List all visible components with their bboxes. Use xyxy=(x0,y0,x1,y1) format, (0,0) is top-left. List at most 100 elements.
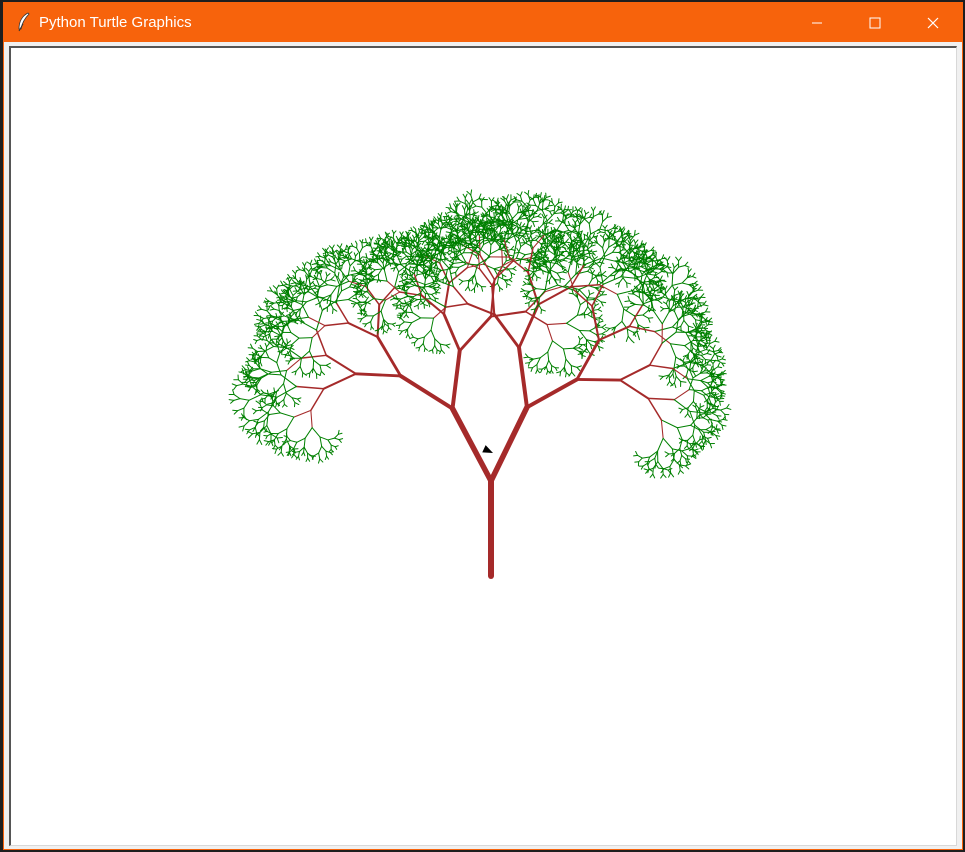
tree-branch xyxy=(392,232,395,239)
tree-branch xyxy=(623,308,635,317)
tree-branch xyxy=(434,345,438,351)
close-button[interactable] xyxy=(904,3,962,42)
tree-branch xyxy=(604,251,614,257)
tree-branch xyxy=(618,277,624,284)
tree-branch xyxy=(310,409,313,429)
tree-branch xyxy=(285,392,293,399)
tree-branch xyxy=(519,191,523,197)
tree-branch xyxy=(297,451,300,457)
tree-branch xyxy=(601,326,607,331)
tree-branch xyxy=(437,286,442,289)
tree-branch xyxy=(410,300,412,306)
tree-branch xyxy=(314,258,318,265)
tree-branch xyxy=(605,327,611,329)
tree-branch xyxy=(665,299,668,305)
tree-branch xyxy=(399,330,403,336)
minimize-button[interactable] xyxy=(788,3,846,42)
tree-branch xyxy=(717,358,723,362)
tree-branch xyxy=(458,315,493,353)
tree-branch xyxy=(306,261,311,265)
tree-branch xyxy=(400,276,404,281)
tree-branch xyxy=(647,397,663,421)
tree-branch xyxy=(665,453,670,458)
tree-branch xyxy=(696,357,699,364)
tree-branch xyxy=(283,399,285,405)
tree-branch xyxy=(633,454,638,457)
tree-branch xyxy=(679,455,683,462)
tree-branch xyxy=(412,260,415,264)
tree-branch xyxy=(398,263,407,265)
tree-branch xyxy=(570,365,578,368)
tree-branch xyxy=(720,407,728,411)
tree-branch xyxy=(722,418,728,421)
tree-branch xyxy=(392,240,396,246)
tree-branch xyxy=(448,207,452,213)
tree-branch xyxy=(672,285,676,291)
tree-branch xyxy=(548,222,554,225)
tree-branch xyxy=(368,276,371,282)
tree-branch xyxy=(472,202,477,207)
tree-branch xyxy=(387,253,392,257)
tree-branch xyxy=(310,284,316,288)
tree-branch xyxy=(704,336,709,339)
tree-branch xyxy=(392,303,398,306)
tree-branch xyxy=(673,289,676,297)
tree-branch xyxy=(714,337,718,342)
tree-branch xyxy=(532,221,536,228)
tree-branch xyxy=(575,378,622,382)
tree-branch xyxy=(717,366,723,369)
tree-branch xyxy=(663,465,671,470)
tree-branch xyxy=(408,280,417,283)
tree-branch xyxy=(405,333,409,339)
title-bar[interactable]: Python Turtle Graphics xyxy=(4,3,962,42)
tree-branch xyxy=(575,224,581,227)
tree-branch xyxy=(406,286,411,289)
tree-branch xyxy=(286,436,291,442)
tree-branch xyxy=(370,236,374,242)
tree-branch xyxy=(715,424,718,430)
tree-branch xyxy=(286,338,289,344)
tree-branch xyxy=(710,365,713,371)
tree-branch xyxy=(589,239,594,243)
tree-branch xyxy=(645,297,650,302)
tree-branch xyxy=(265,441,270,446)
maximize-button[interactable] xyxy=(846,3,904,42)
tree-branch xyxy=(559,277,565,281)
tree-branch xyxy=(231,383,238,387)
tree-branch xyxy=(690,417,698,426)
tree-branch xyxy=(279,399,285,404)
tree-branch xyxy=(583,306,589,314)
tree-branch xyxy=(291,279,296,284)
tree-branch xyxy=(461,205,466,211)
tree-branch xyxy=(561,236,565,244)
tree-branch xyxy=(489,248,500,255)
tree-branch xyxy=(411,317,422,324)
tree-branch xyxy=(365,321,372,325)
tree-branch xyxy=(621,308,625,322)
tree-branch xyxy=(654,326,673,333)
tree-branch xyxy=(548,360,553,367)
tree-branch xyxy=(655,270,663,276)
tree-branch xyxy=(437,223,442,230)
tree-branch xyxy=(355,240,358,245)
tree-branch xyxy=(556,271,564,274)
tree-branch xyxy=(536,276,542,279)
tree-branch xyxy=(265,297,269,302)
tree-branch xyxy=(278,337,283,342)
tree-branch xyxy=(686,291,690,296)
tree-branch xyxy=(586,299,594,301)
tree-branch xyxy=(414,338,419,343)
tree-branch xyxy=(285,428,288,440)
tree-branch xyxy=(332,308,338,312)
tree-branch xyxy=(319,458,324,463)
tree-branch xyxy=(679,439,683,449)
tree-branch xyxy=(520,288,525,292)
tree-branch xyxy=(583,209,587,215)
tree-branch xyxy=(326,284,338,287)
tree-branch xyxy=(455,271,457,278)
tree-branch xyxy=(233,394,241,400)
tree-branch xyxy=(320,263,326,266)
tree-branch xyxy=(626,328,629,337)
tree-branch xyxy=(702,414,708,419)
turtle-canvas[interactable] xyxy=(9,46,957,846)
